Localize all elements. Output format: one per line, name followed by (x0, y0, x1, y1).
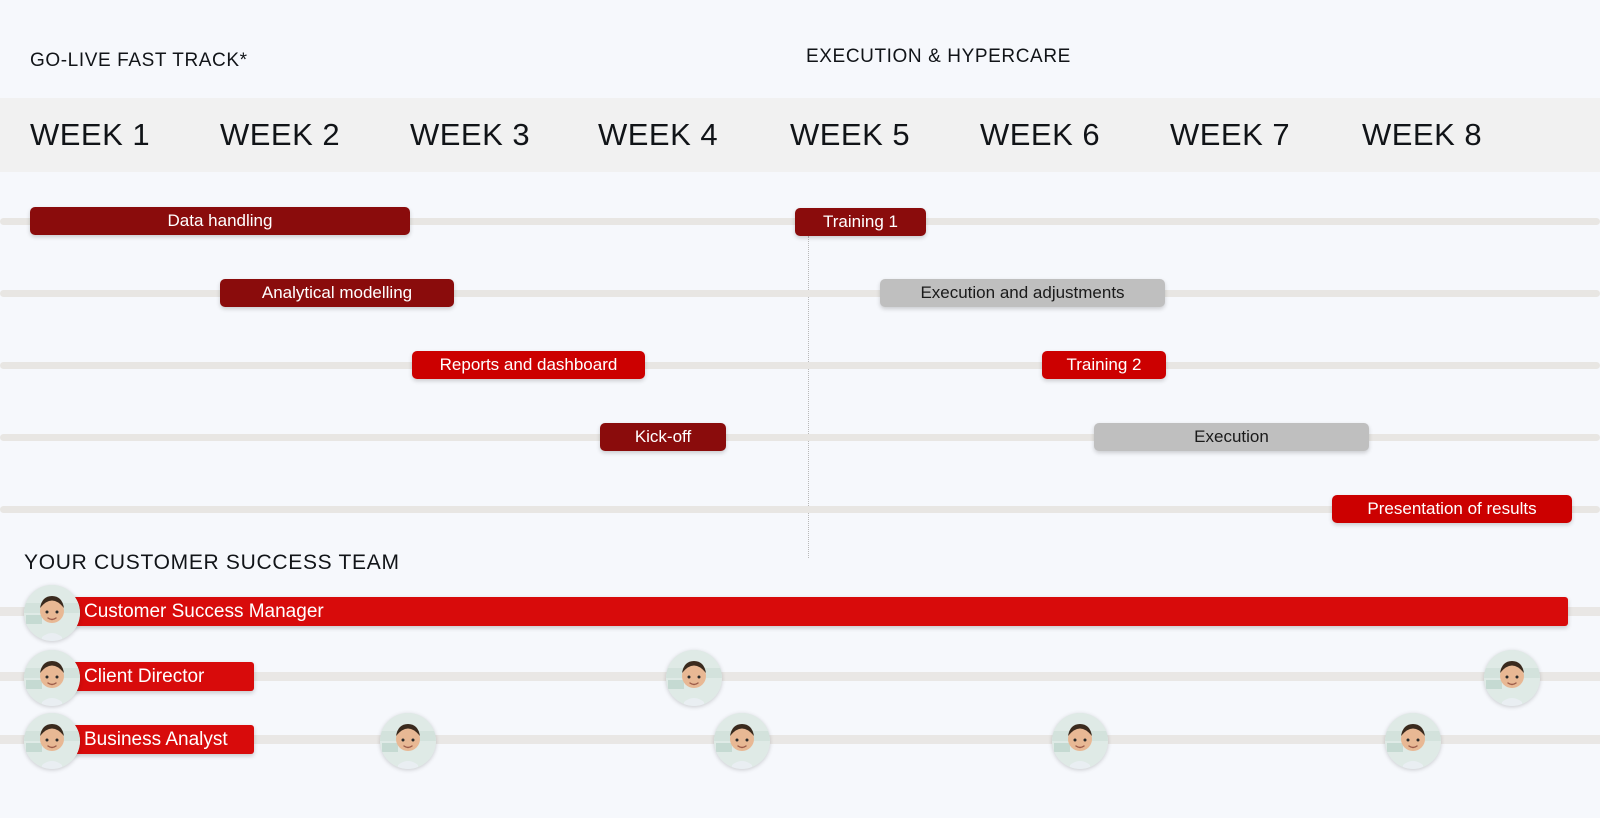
team-role-bar-business-analyst[interactable]: Business Analyst (62, 725, 254, 754)
week-header-7: WEEK 7 (1170, 117, 1291, 152)
task-bar-analytical-modelling[interactable]: Analytical modelling (220, 279, 454, 307)
phase-label-go-live-fast-track: GO-LIVE FAST TRACK* (30, 50, 248, 71)
timeline-guide-line-3 (0, 362, 1600, 369)
task-bar-reports-and-dashboard[interactable]: Reports and dashboard (412, 351, 645, 379)
week-header-6: WEEK 6 (980, 117, 1101, 152)
avatar-woman-avatar-4 (1052, 713, 1108, 769)
task-bar-presentation-of-results[interactable]: Presentation of results (1332, 495, 1572, 523)
team-role-bar-customer-success-manager[interactable]: Customer Success Manager (62, 597, 1568, 626)
avatar-woman-avatar-5 (1385, 713, 1441, 769)
phase-label-execution-hypercare: EXECUTION & HYPERCARE (806, 46, 1071, 67)
week-header-2: WEEK 2 (220, 117, 341, 152)
team-role-bar-client-director[interactable]: Client Director (62, 662, 254, 691)
timeline-grid: Data handling Training 1 Analytical modell… (0, 172, 1600, 818)
avatar-man-avatar-1 (24, 650, 80, 706)
task-bar-data-handling[interactable]: Data handling (30, 207, 410, 235)
task-bar-kick-off[interactable]: Kick-off (600, 423, 726, 451)
avatar-woman-avatar-1 (24, 713, 80, 769)
week-header-8: WEEK 8 (1362, 117, 1483, 152)
week-header-3: WEEK 3 (410, 117, 531, 152)
avatar-man-glasses-avatar-1 (24, 585, 80, 641)
team-section-title: YOUR CUSTOMER SUCCESS TEAM (24, 551, 400, 574)
task-bar-training-1[interactable]: Training 1 (795, 208, 926, 236)
week-header-band: WEEK 1 WEEK 2 WEEK 3 WEEK 4 WEEK 5 WEEK 6 WEEK… (0, 98, 1600, 172)
avatar-woman-avatar-2 (380, 713, 436, 769)
task-bar-execution-and-adjustments[interactable]: Execution and adjustments (880, 279, 1165, 307)
week-header-4: WEEK 4 (598, 117, 719, 152)
task-bar-execution[interactable]: Execution (1094, 423, 1369, 451)
gantt-timeline-page: GO-LIVE FAST TRACK* EXECUTION & HYPERCAR… (0, 0, 1600, 818)
week-header-1: WEEK 1 (30, 117, 151, 152)
avatar-woman-avatar-3 (714, 713, 770, 769)
avatar-man-avatar-2 (666, 650, 722, 706)
avatar-man-avatar-3 (1484, 650, 1540, 706)
task-bar-training-2[interactable]: Training 2 (1042, 351, 1166, 379)
week-header-5: WEEK 5 (790, 117, 911, 152)
